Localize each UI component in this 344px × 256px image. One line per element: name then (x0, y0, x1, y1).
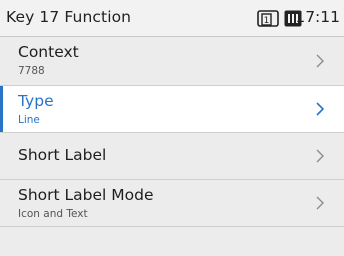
chevron-right-icon (316, 149, 324, 163)
account-1-icon: 1 (257, 10, 279, 27)
page-title: Key 17 Function (6, 8, 132, 26)
chevron-right-icon (316, 102, 324, 116)
menu-item-label: Context (18, 43, 79, 61)
menu-item-context[interactable]: Context 7788 (0, 37, 344, 86)
settings-list: Context 7788 Type Line Short Label Short… (0, 37, 344, 227)
menu-item-label: Short Label Mode (18, 186, 154, 204)
clock: 17:11 (295, 8, 340, 26)
chevron-right-icon (316, 196, 324, 210)
account-number: 1 (264, 16, 270, 26)
menu-item-value: Icon and Text (18, 208, 88, 220)
phone-screen: Key 17 Function 1 17:11 Context 7788 Typ… (0, 0, 344, 256)
menu-item-value: 7788 (18, 65, 45, 77)
menu-item-short-label-mode[interactable]: Short Label Mode Icon and Text (0, 180, 344, 227)
title-bar: Key 17 Function 1 17:11 (0, 0, 344, 37)
chevron-right-icon (316, 54, 324, 68)
menu-item-label: Type (18, 92, 54, 110)
menu-item-value: Line (18, 114, 40, 126)
menu-item-short-label[interactable]: Short Label (0, 133, 344, 180)
menu-item-label: Short Label (18, 146, 107, 164)
menu-item-type[interactable]: Type Line (0, 86, 344, 133)
